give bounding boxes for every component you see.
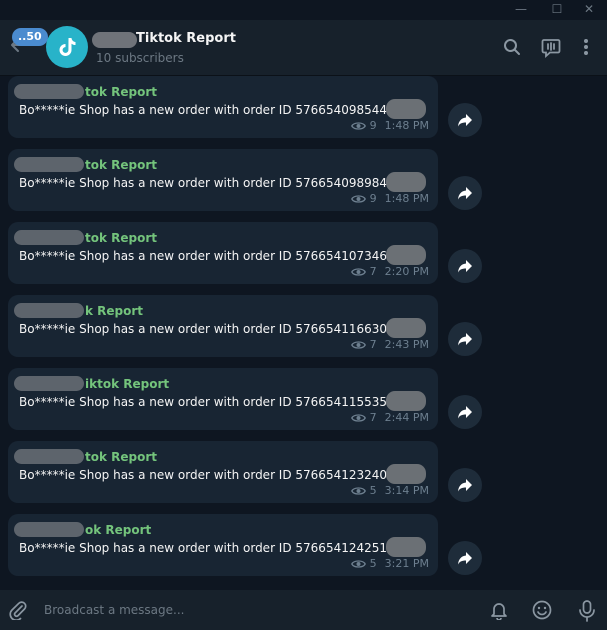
redacted-id-blur [386, 172, 426, 192]
forward-arrow-icon [458, 333, 472, 346]
message-meta: 7 2:44 PM [350, 411, 429, 424]
views-eye-icon [350, 559, 366, 568]
views-eye-icon [350, 267, 366, 276]
message-bubble[interactable]: k Report Bo*****ie Shop has a new order w… [8, 295, 438, 357]
redacted-sender-blur [14, 157, 84, 172]
forward-button[interactable] [448, 103, 482, 137]
emoji-icon[interactable] [532, 600, 552, 624]
view-count: 7 [369, 338, 377, 351]
view-count: 7 [369, 411, 377, 424]
message-text: Bo*****ie Shop has a new order with orde… [19, 541, 388, 555]
views-eye-icon [350, 486, 366, 495]
compose-bar: Broadcast a message... [0, 590, 607, 630]
view-count: 9 [369, 192, 377, 205]
live-stream-icon[interactable] [541, 38, 561, 62]
message-sender[interactable]: tok Report [85, 450, 157, 464]
redacted-sender-blur [14, 376, 84, 391]
chat-header: ..50 Tiktok Report 10 subscribers [0, 20, 607, 76]
redacted-id-blur [386, 391, 426, 411]
message-meta: 7 2:20 PM [350, 265, 429, 278]
attach-icon[interactable] [8, 600, 28, 624]
message-sender[interactable]: tok Report [85, 231, 157, 245]
message-time: 2:20 PM [384, 265, 429, 278]
message-sender[interactable]: ok Report [85, 523, 151, 537]
message-time: 2:43 PM [384, 338, 429, 351]
forward-arrow-icon [458, 260, 472, 273]
redacted-sender-blur [14, 449, 84, 464]
forward-button[interactable] [448, 541, 482, 575]
redacted-sender-blur [14, 230, 84, 245]
message-text: Bo*****ie Shop has a new order with orde… [19, 468, 388, 482]
views-eye-icon [350, 121, 366, 130]
forward-button[interactable] [448, 176, 482, 210]
views-eye-icon [350, 340, 366, 349]
message-time: 1:48 PM [384, 192, 429, 205]
redacted-id-blur [386, 537, 426, 557]
close-button[interactable]: ✕ [571, 0, 607, 20]
message-bubble[interactable]: ok Report Bo*****ie Shop has a new order … [8, 514, 438, 576]
message-input[interactable]: Broadcast a message... [44, 603, 184, 617]
unread-badge[interactable]: ..50 [12, 28, 48, 46]
message-text: Bo*****ie Shop has a new order with orde… [19, 176, 395, 190]
message-time: 1:48 PM [384, 119, 429, 132]
message-text: Bo*****ie Shop has a new order with orde… [19, 249, 395, 263]
message-sender[interactable]: tok Report [85, 158, 157, 172]
message-bubble[interactable]: tok Report Bo*****ie Shop has a new order… [8, 149, 438, 211]
message-meta: 5 3:14 PM [350, 484, 429, 497]
forward-arrow-icon [458, 479, 472, 492]
message-text: Bo*****ie Shop has a new order with orde… [19, 322, 395, 336]
message-text: Bo*****ie Shop has a new order with orde… [19, 395, 388, 409]
views-eye-icon [350, 194, 366, 203]
tiktok-logo-icon [59, 38, 76, 56]
message-bubble[interactable]: tok Report Bo*****ie Shop has a new order… [8, 76, 438, 138]
forward-arrow-icon [458, 187, 472, 200]
redacted-id-blur [386, 464, 426, 484]
redacted-id-blur [386, 99, 426, 119]
forward-arrow-icon [458, 114, 472, 127]
view-count: 9 [369, 119, 377, 132]
message-time: 3:14 PM [384, 484, 429, 497]
view-count: 7 [369, 265, 377, 278]
forward-button[interactable] [448, 395, 482, 429]
message-text: Bo*****ie Shop has a new order with orde… [19, 103, 388, 117]
views-eye-icon [350, 413, 366, 422]
message-bubble[interactable]: tok Report Bo*****ie Shop has a new order… [8, 222, 438, 284]
microphone-icon[interactable] [578, 600, 596, 626]
message-meta: 9 1:48 PM [350, 192, 429, 205]
message-sender[interactable]: iktok Report [85, 377, 169, 391]
forward-arrow-icon [458, 406, 472, 419]
forward-button[interactable] [448, 468, 482, 502]
avatar[interactable] [46, 26, 88, 68]
view-count: 5 [369, 557, 377, 570]
bell-icon[interactable] [489, 600, 509, 624]
message-sender[interactable]: tok Report [85, 85, 157, 99]
maximize-button[interactable]: ☐ [539, 0, 575, 20]
subscriber-count: 10 subscribers [96, 51, 184, 65]
message-time: 2:44 PM [384, 411, 429, 424]
redacted-sender-blur [14, 522, 84, 537]
message-meta: 5 3:21 PM [350, 557, 429, 570]
minimize-button[interactable]: — [503, 0, 539, 20]
channel-title[interactable]: Tiktok Report [136, 31, 236, 46]
forward-button[interactable] [448, 249, 482, 283]
message-meta: 9 1:48 PM [350, 119, 429, 132]
forward-arrow-icon [458, 552, 472, 565]
more-vertical-icon[interactable] [583, 38, 589, 60]
message-bubble[interactable]: tok Report Bo*****ie Shop has a new order… [8, 441, 438, 503]
search-icon[interactable] [503, 38, 521, 60]
message-time: 3:21 PM [384, 557, 429, 570]
redacted-id-blur [386, 245, 426, 265]
message-bubble[interactable]: iktok Report Bo*****ie Shop has a new ord… [8, 368, 438, 430]
forward-button[interactable] [448, 322, 482, 356]
window-titlebar: — ☐ ✕ [0, 0, 607, 20]
view-count: 5 [369, 484, 377, 497]
message-meta: 7 2:43 PM [350, 338, 429, 351]
redacted-name-blur [92, 32, 137, 48]
message-sender[interactable]: k Report [85, 304, 143, 318]
redacted-sender-blur [14, 303, 84, 318]
redacted-id-blur [386, 318, 426, 338]
redacted-sender-blur [14, 84, 84, 99]
